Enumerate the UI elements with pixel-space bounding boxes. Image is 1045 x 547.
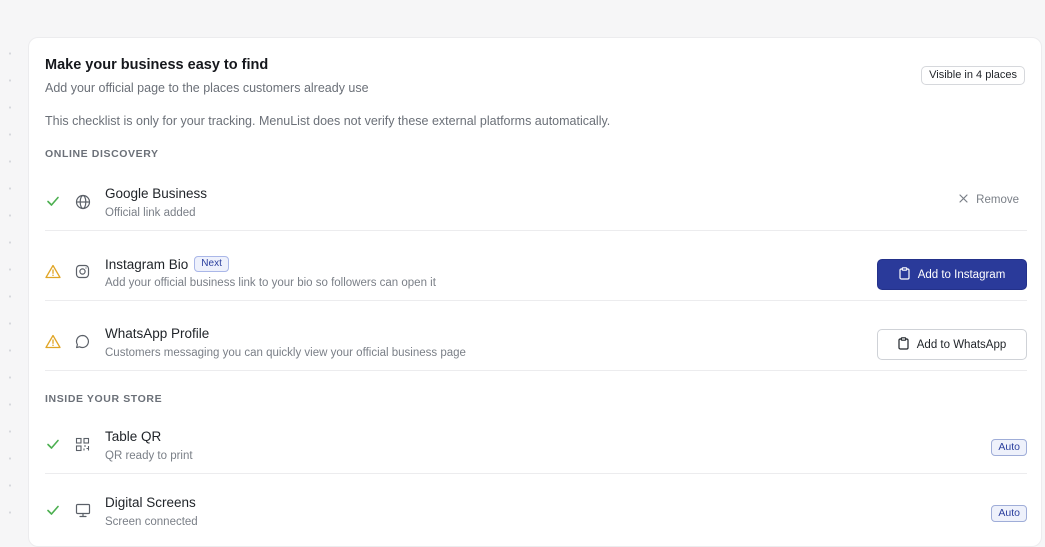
check-icon: [45, 193, 61, 209]
row-description: Official link added: [105, 207, 196, 219]
row-name: Instagram Bio Next: [105, 256, 229, 272]
button-label: Add to WhatsApp: [916, 338, 1007, 351]
row-description: Screen connected: [105, 516, 198, 528]
auto-badge: Auto: [991, 505, 1027, 522]
chat-bubble-icon: [74, 333, 91, 350]
row-description: Customers messaging you can quickly view…: [105, 347, 466, 359]
section-title-inside-your-store: INSIDE YOUR STORE: [45, 393, 163, 405]
warning-icon: [45, 263, 61, 279]
next-badge: Next: [194, 256, 229, 272]
tracking-note: This checklist is only for your tracking…: [45, 114, 611, 128]
section-title-online-discovery: ONLINE DISCOVERY: [45, 148, 159, 160]
check-icon: [45, 436, 61, 452]
card-subtitle: Add your official page to the places cus…: [45, 81, 369, 95]
find-business-card: Make your business easy to find Add your…: [28, 37, 1042, 547]
check-icon: [45, 502, 61, 518]
row-name: Table QR: [105, 429, 161, 444]
remove-button[interactable]: Remove: [959, 194, 1019, 206]
checklist-row-instagram-bio: Instagram Bio Next Add your official bus…: [45, 243, 1027, 301]
row-name: WhatsApp Profile: [105, 326, 209, 341]
row-name-text: Table QR: [105, 429, 162, 444]
globe-icon: [74, 193, 91, 210]
instagram-icon: [74, 263, 91, 280]
checklist-row-whatsapp-profile: WhatsApp Profile Customers messaging you…: [45, 313, 1027, 371]
button-label: Add to Instagram: [917, 268, 1006, 281]
add-to-whatsapp-button[interactable]: Add to WhatsApp: [877, 329, 1027, 360]
row-name: Digital Screens: [105, 495, 196, 510]
row-name-text: Google Business: [105, 186, 208, 201]
remove-label: Remove: [976, 194, 1019, 206]
auto-badge: Auto: [991, 439, 1027, 456]
row-name-text: WhatsApp Profile: [105, 326, 210, 341]
row-name-text: Digital Screens: [105, 495, 196, 510]
checklist-row-google-business: Google Business Official link added Remo…: [45, 173, 1027, 231]
clipboard-icon: [898, 336, 909, 353]
close-icon: [959, 194, 968, 206]
background-dots: [8, 40, 12, 535]
row-name-text: Instagram Bio: [105, 256, 189, 272]
row-description: Add your official business link to your …: [105, 277, 436, 289]
card-title: Make your business easy to find: [45, 57, 269, 73]
add-to-instagram-button[interactable]: Add to Instagram: [877, 259, 1027, 290]
qr-code-icon: [74, 436, 91, 453]
visible-places-badge: Visible in 4 places: [921, 66, 1025, 85]
checklist-row-table-qr: Table QR QR ready to print Auto: [45, 416, 1027, 474]
monitor-icon: [74, 502, 91, 519]
warning-icon: [45, 333, 61, 349]
clipboard-icon: [899, 266, 910, 283]
row-description: QR ready to print: [105, 450, 193, 462]
checklist-row-digital-screens: Digital Screens Screen connected Auto: [45, 482, 1027, 540]
row-name: Google Business: [105, 186, 207, 201]
